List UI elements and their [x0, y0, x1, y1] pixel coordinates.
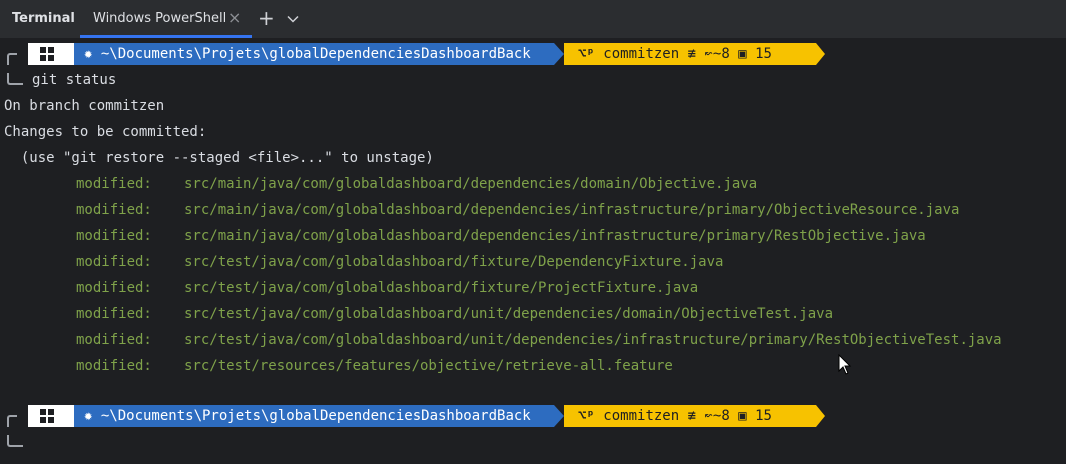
new-tab-button[interactable]: + — [258, 0, 275, 38]
mouse-pointer-icon — [838, 354, 852, 375]
output-line: Changes to be committed: — [4, 124, 207, 140]
ahead-icon: ↜ — [704, 408, 713, 424]
chevron-down-icon[interactable] — [287, 13, 299, 25]
ahead-count: ~8 — [712, 408, 730, 424]
prompt-corner — [7, 435, 23, 447]
ahead-icon: ↜ — [704, 46, 713, 62]
path-segment: ✹ ~\Documents\Projets\globalDependencies… — [74, 43, 554, 65]
output-line: (use "git restore --staged <file>..." to… — [4, 150, 434, 166]
file-path: src/test/java/com/globaldashboard/unit/d… — [184, 306, 834, 322]
terminal-output[interactable]: ✹ ~\Documents\Projets\globalDependencies… — [0, 39, 1066, 464]
windows-segment — [28, 43, 74, 65]
segment-separator — [554, 405, 564, 427]
segment-separator — [816, 43, 825, 65]
modified-file-row: modified: src/test/java/com/globaldashboa… — [76, 249, 723, 275]
file-path: src/test/java/com/globaldashboard/unit/d… — [184, 332, 1002, 348]
modified-label: modified: — [76, 280, 152, 296]
prompt-corner — [7, 53, 17, 65]
ahead-count: ~8 — [712, 46, 730, 62]
command-line: git status — [32, 67, 116, 93]
modified-label: modified: — [76, 332, 152, 348]
modified-label: modified: — [76, 254, 152, 270]
file-path: src/main/java/com/globaldashboard/depend… — [184, 228, 926, 244]
modified-label: modified: — [76, 176, 152, 192]
path-text: ~\Documents\Projets\globalDependenciesDa… — [100, 408, 531, 424]
prompt-corner — [7, 415, 17, 427]
modified-file-row: modified: src/main/java/com/globaldashboa… — [76, 171, 757, 197]
modified-label: modified: — [76, 358, 152, 374]
modified-label: modified: — [76, 228, 152, 244]
gear-icon: ✹ — [84, 408, 101, 424]
stash-icon: ▣ — [738, 46, 747, 62]
modified-file-row: modified: src/test/resources/features/obj… — [76, 353, 673, 379]
modified-file-row: modified: src/test/java/com/globaldashboa… — [76, 275, 698, 301]
status-glyph: ≢ — [687, 46, 697, 62]
prompt-line: ✹ ~\Documents\Projets\globalDependencies… — [0, 405, 830, 427]
gear-icon: ✹ — [84, 46, 101, 62]
github-icon: ⌥ᵖ — [578, 408, 604, 424]
file-path: src/test/java/com/globaldashboard/fixtur… — [184, 280, 699, 296]
file-path: src/main/java/com/globaldashboard/depend… — [184, 176, 758, 192]
stash-count: 15 — [755, 408, 772, 424]
file-path: src/test/resources/features/objective/re… — [184, 358, 673, 374]
modified-label: modified: — [76, 202, 152, 218]
prompt-corner — [7, 73, 23, 85]
path-segment: ✹ ~\Documents\Projets\globalDependencies… — [74, 405, 554, 427]
github-icon: ⌥ᵖ — [578, 46, 604, 62]
modified-file-row: modified: src/main/java/com/globaldashboa… — [76, 197, 959, 223]
terminal-tab-bar: Terminal Windows PowerShell × + — [0, 0, 1066, 38]
windows-icon — [40, 47, 54, 61]
branch-name: commitzen — [603, 46, 680, 62]
branch-name: commitzen — [603, 408, 680, 424]
segment-separator — [816, 405, 825, 427]
stash-count: 15 — [755, 46, 772, 62]
modified-file-row: modified: src/main/java/com/globaldashboa… — [76, 223, 926, 249]
modified-file-row: modified: src/test/java/com/globaldashboa… — [76, 327, 1002, 353]
prompt-line: ✹ ~\Documents\Projets\globalDependencies… — [0, 43, 830, 65]
git-segment: ⌥ᵖ commitzen ≢ ↜~8 ▣ 15 — [564, 405, 816, 427]
tab-windows-powershell[interactable]: Windows PowerShell — [93, 0, 226, 38]
status-glyph: ≢ — [687, 408, 697, 424]
windows-segment — [28, 405, 74, 427]
segment-separator — [554, 43, 564, 65]
windows-icon — [40, 409, 54, 423]
file-path: src/test/java/com/globaldashboard/fixtur… — [184, 254, 724, 270]
git-segment: ⌥ᵖ commitzen ≢ ↜~8 ▣ 15 — [564, 43, 816, 65]
close-tab-icon[interactable]: × — [228, 0, 241, 38]
output-line: On branch commitzen — [4, 98, 165, 114]
file-path: src/main/java/com/globaldashboard/depend… — [184, 202, 960, 218]
path-text: ~\Documents\Projets\globalDependenciesDa… — [100, 46, 531, 62]
modified-label: modified: — [76, 306, 152, 322]
command-text: git status — [32, 72, 117, 88]
terminal-tool-window-title: Terminal — [12, 11, 75, 26]
stash-icon: ▣ — [738, 408, 747, 424]
modified-file-row: modified: src/test/java/com/globaldashboa… — [76, 301, 833, 327]
